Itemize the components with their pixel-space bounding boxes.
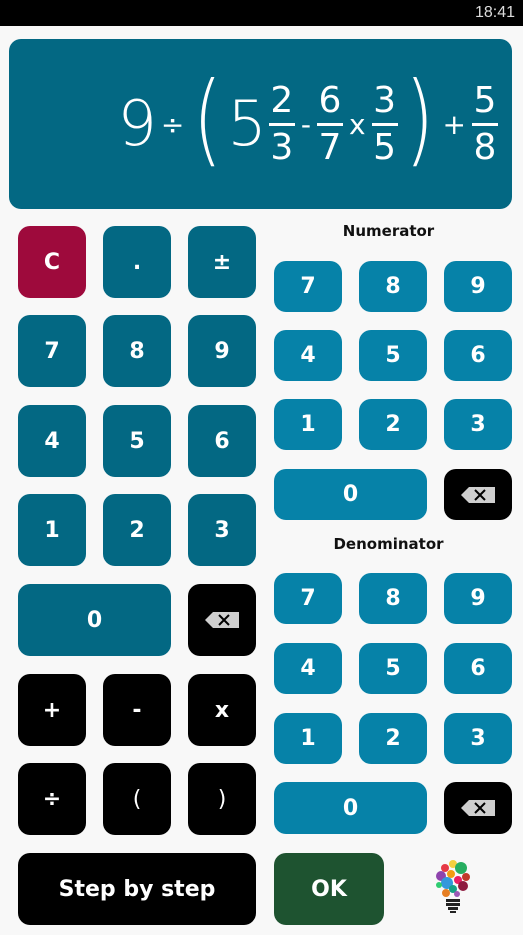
- denominator-digit-0[interactable]: 0: [274, 782, 427, 834]
- denominator-digit-1[interactable]: 1: [274, 713, 342, 764]
- fraction-numerator: 2: [270, 79, 294, 121]
- expression: 9 ÷ ( 5 2 3 - 6 7 x 3 5 ) + 5 8: [117, 39, 500, 209]
- ok-button[interactable]: OK: [274, 853, 384, 925]
- main-digit-9[interactable]: 9: [188, 315, 256, 387]
- open-paren-button[interactable]: (: [103, 763, 171, 835]
- expression-display: 9 ÷ ( 5 2 3 - 6 7 x 3 5 ) + 5 8: [9, 39, 512, 209]
- main-digit-6[interactable]: 6: [188, 405, 256, 477]
- expr-close-paren: ): [404, 60, 434, 177]
- fraction-bar: [316, 122, 343, 126]
- numerator-digit-8[interactable]: 8: [359, 261, 427, 312]
- expr-times: x: [348, 107, 366, 141]
- expr-minus: -: [300, 107, 311, 141]
- expr-open-paren: (: [193, 60, 223, 177]
- backspace-icon: [205, 612, 239, 628]
- fraction-denominator: 3: [270, 126, 294, 168]
- denominator-digit-8[interactable]: 8: [359, 573, 427, 624]
- main-digit-5[interactable]: 5: [103, 405, 171, 477]
- main-digit-2[interactable]: 2: [103, 494, 171, 566]
- decimal-button[interactable]: .: [103, 226, 171, 298]
- denominator-digit-7[interactable]: 7: [274, 573, 342, 624]
- expr-fraction-4: 5 8: [472, 79, 498, 168]
- close-paren-button[interactable]: ): [188, 763, 256, 835]
- divide-button[interactable]: ÷: [18, 763, 86, 835]
- main-digit-7[interactable]: 7: [18, 315, 86, 387]
- status-time: 18:41: [474, 4, 515, 21]
- denominator-digit-4[interactable]: 4: [274, 643, 342, 694]
- subtract-button[interactable]: -: [103, 674, 171, 746]
- fraction-numerator: 3: [373, 79, 396, 121]
- expr-whole: 9: [117, 87, 157, 160]
- expr-fraction-2: 6 7: [316, 79, 343, 168]
- fraction-bar: [268, 122, 295, 126]
- expr-fraction-3: 3 5: [371, 79, 398, 168]
- numerator-digit-3[interactable]: 3: [444, 399, 512, 450]
- main-digit-8[interactable]: 8: [103, 315, 171, 387]
- fraction-denominator: 8: [473, 126, 497, 168]
- numerator-digit-4[interactable]: 4: [274, 330, 342, 381]
- main-digit-1[interactable]: 1: [18, 494, 86, 566]
- multiply-button[interactable]: x: [188, 674, 256, 746]
- numerator-label: Numerator: [342, 222, 435, 240]
- fraction-numerator: 5: [473, 79, 497, 121]
- fraction-denominator: 5: [373, 126, 396, 168]
- fraction-numerator: 6: [318, 79, 342, 121]
- denominator-label: Denominator: [333, 535, 444, 553]
- numerator-digit-7[interactable]: 7: [274, 261, 342, 312]
- fraction-bar: [472, 122, 498, 126]
- denominator-digit-2[interactable]: 2: [359, 713, 427, 764]
- main-digit-0[interactable]: 0: [18, 584, 171, 656]
- denominator-digit-3[interactable]: 3: [444, 713, 512, 764]
- numerator-digit-1[interactable]: 1: [274, 399, 342, 450]
- numerator-digit-5[interactable]: 5: [359, 330, 427, 381]
- main-backspace-button[interactable]: [188, 584, 256, 656]
- numerator-backspace-button[interactable]: [444, 469, 512, 520]
- backspace-icon: [461, 800, 495, 816]
- step-by-step-button[interactable]: Step by step: [18, 853, 256, 925]
- numerator-digit-6[interactable]: 6: [444, 330, 512, 381]
- status-bar: 18:41: [0, 0, 523, 26]
- sign-toggle-button[interactable]: ±: [188, 226, 256, 298]
- fraction-bar: [371, 122, 398, 126]
- expr-divide: ÷: [160, 107, 185, 141]
- denominator-digit-9[interactable]: 9: [444, 573, 512, 624]
- denominator-backspace-button[interactable]: [444, 782, 512, 834]
- expr-plus: +: [442, 107, 466, 141]
- lightbulb-icon[interactable]: [433, 858, 473, 914]
- numerator-digit-9[interactable]: 9: [444, 261, 512, 312]
- main-digit-3[interactable]: 3: [188, 494, 256, 566]
- numerator-digit-0[interactable]: 0: [274, 469, 427, 520]
- expr-mixed-whole: 5: [227, 87, 267, 160]
- denominator-digit-5[interactable]: 5: [359, 643, 427, 694]
- numerator-digit-2[interactable]: 2: [359, 399, 427, 450]
- add-button[interactable]: +: [18, 674, 86, 746]
- backspace-icon: [461, 486, 495, 503]
- expr-fraction-1: 2 3: [268, 79, 295, 168]
- clear-button[interactable]: C: [18, 226, 86, 298]
- denominator-digit-6[interactable]: 6: [444, 643, 512, 694]
- main-digit-4[interactable]: 4: [18, 405, 86, 477]
- fraction-denominator: 7: [318, 126, 342, 168]
